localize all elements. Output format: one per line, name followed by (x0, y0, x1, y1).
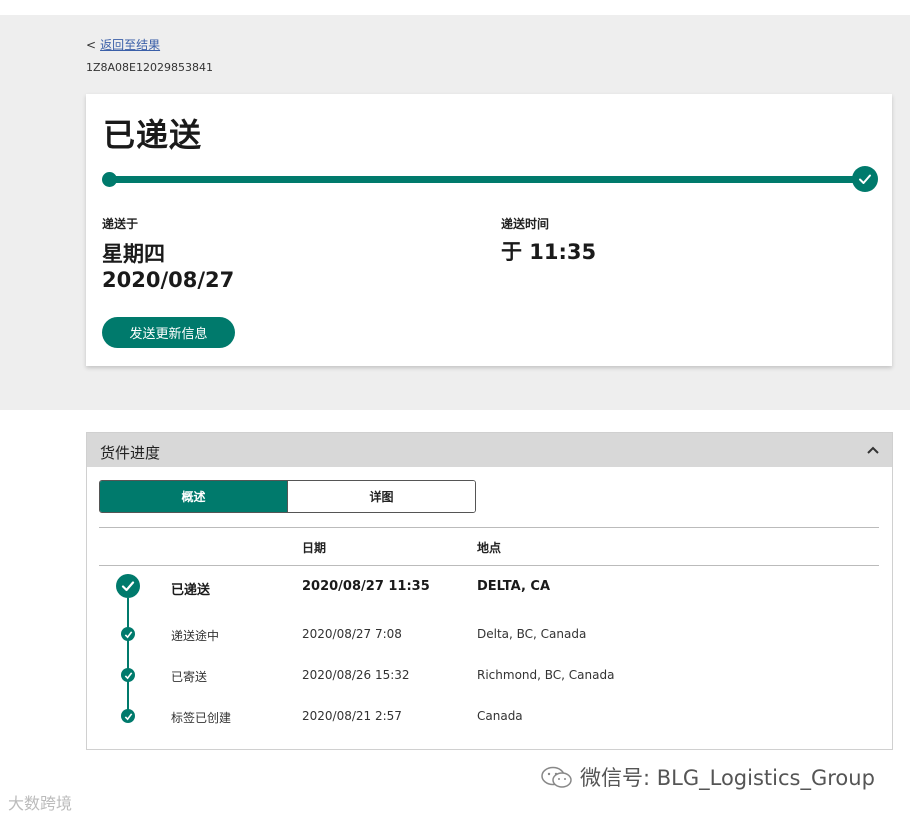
delivered-day: 星期四 (102, 242, 165, 266)
event-status: 已寄送 (171, 670, 208, 684)
event-check-icon (121, 627, 135, 641)
status-card: 已递送 递送于 星期四 2020/08/27 递送时间 于 11:35 发送更新… (86, 94, 892, 366)
delivered-check-icon (116, 574, 140, 598)
delivery-time: 于 11:35 (501, 240, 597, 264)
event-check-icon (121, 709, 135, 723)
delivered-on-label: 递送于 (102, 217, 139, 231)
event-date: 2020/08/27 11:35 (302, 579, 430, 594)
event-status: 标签已创建 (171, 711, 232, 725)
status-title: 已递送 (103, 116, 203, 154)
tab-details[interactable]: 详图 (287, 481, 475, 512)
event-date: 2020/08/27 7:08 (302, 627, 402, 641)
panel-title: 货件进度 (100, 444, 161, 462)
column-header-date: 日期 (302, 541, 327, 555)
chevron-up-icon[interactable] (866, 443, 880, 457)
watermark: 微信号: BLG_Logistics_Group (540, 762, 875, 792)
column-header-location: 地点 (477, 541, 502, 555)
tab-overview[interactable]: 概述 (100, 481, 287, 512)
event-date: 2020/08/21 2:57 (302, 709, 402, 723)
table-header-divider (99, 565, 879, 566)
delivery-time-label: 递送时间 (501, 217, 550, 231)
back-link[interactable]: < 返回至结果 (86, 36, 160, 53)
progress-start-dot (102, 172, 117, 187)
view-tabs: 概述 详图 (99, 480, 476, 513)
event-status: 递送途中 (171, 629, 220, 643)
corner-watermark-text: 大数跨境 (8, 794, 73, 813)
event-location: Canada (477, 709, 523, 723)
progress-bar (108, 176, 868, 183)
event-status: 已递送 (171, 583, 211, 598)
shipment-progress-panel: 货件进度 概述 详图 日期 地点 已递送 2020/08/27 11:35 DE… (86, 432, 893, 750)
send-updates-button[interactable]: 发送更新信息 (102, 317, 235, 348)
timeline-line (127, 598, 129, 718)
event-location: Richmond, BC, Canada (477, 668, 615, 682)
wechat-icon (541, 766, 572, 788)
event-date: 2020/08/26 15:32 (302, 668, 410, 682)
back-to-results-link[interactable]: 返回至结果 (100, 38, 160, 52)
delivered-date: 2020/08/27 (102, 268, 235, 292)
panel-header[interactable]: 货件进度 (87, 433, 892, 467)
event-location: DELTA, CA (477, 579, 551, 594)
event-location: Delta, BC, Canada (477, 627, 587, 641)
tracking-number: 1Z8A08E12029853841 (86, 61, 213, 74)
corner-watermark: 大数跨境 (8, 790, 72, 814)
watermark-text: 微信号: BLG_Logistics_Group (580, 766, 875, 790)
event-check-icon (121, 668, 135, 682)
back-chevron-icon: < (86, 38, 97, 52)
progress-complete-check-icon (852, 166, 878, 192)
table-top-divider (99, 527, 879, 528)
